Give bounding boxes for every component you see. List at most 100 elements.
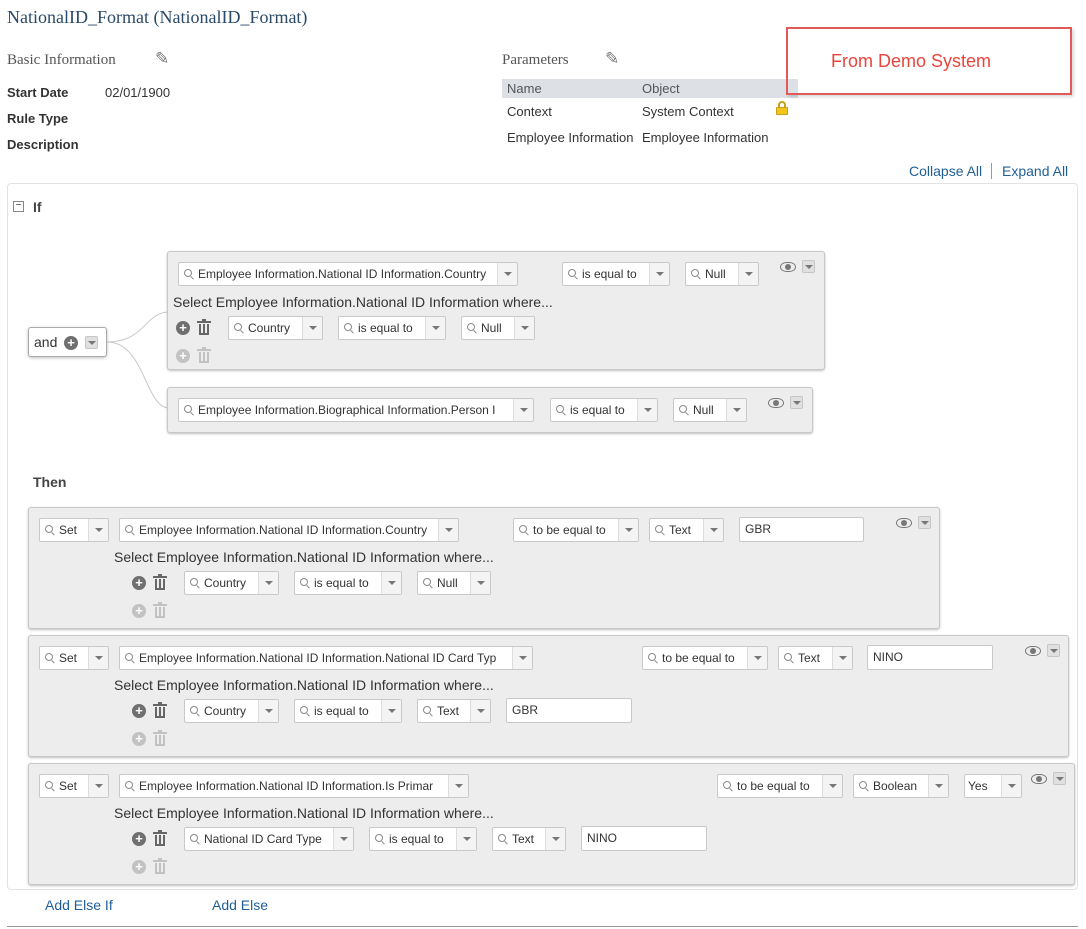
operator-selector[interactable]: is equal to: [338, 316, 446, 340]
operator-selector[interactable]: to be equal to: [642, 646, 768, 670]
add-else-link[interactable]: Add Else: [212, 897, 268, 913]
field-selector[interactable]: Employee Information.National ID Informa…: [119, 518, 459, 542]
add-icon[interactable]: +: [132, 576, 146, 590]
chevron-down-icon[interactable]: [822, 775, 842, 797]
operator-selector[interactable]: to be equal to: [513, 518, 639, 542]
trash-icon[interactable]: [153, 730, 167, 746]
chevron-down-icon[interactable]: [918, 516, 931, 529]
add-icon[interactable]: +: [132, 732, 146, 746]
type-selector[interactable]: Null: [417, 571, 491, 595]
chevron-down-icon[interactable]: [1053, 772, 1066, 785]
chevron-down-icon[interactable]: [88, 647, 108, 669]
operator-selector[interactable]: is equal to: [550, 398, 658, 422]
chevron-down-icon[interactable]: [88, 775, 108, 797]
chevron-down-icon[interactable]: [738, 263, 758, 285]
field-selector[interactable]: National ID Card Type: [184, 827, 354, 851]
field-selector[interactable]: Employee Information.National ID Informa…: [119, 774, 469, 798]
value-input[interactable]: NINO: [867, 645, 993, 670]
pencil-icon[interactable]: ✎: [605, 49, 619, 69]
trash-icon[interactable]: [197, 319, 211, 335]
trash-icon[interactable]: [153, 702, 167, 718]
add-else-if-link[interactable]: Add Else If: [45, 897, 113, 913]
chevron-down-icon[interactable]: [747, 647, 767, 669]
value-input[interactable]: GBR: [739, 517, 864, 542]
collapse-all-link[interactable]: Collapse All: [909, 163, 982, 179]
chevron-down-icon[interactable]: [333, 828, 353, 850]
chevron-down-icon[interactable]: [1047, 644, 1060, 657]
chevron-down-icon[interactable]: [832, 647, 852, 669]
chevron-down-icon[interactable]: [438, 519, 458, 541]
type-selector[interactable]: Text: [649, 518, 724, 542]
chevron-down-icon[interactable]: [726, 399, 746, 421]
chevron-down-icon[interactable]: [703, 519, 723, 541]
chevron-down-icon[interactable]: [802, 260, 815, 273]
chevron-down-icon[interactable]: [456, 828, 476, 850]
eye-icon[interactable]: [768, 398, 784, 408]
chevron-down-icon[interactable]: [302, 317, 322, 339]
eye-icon[interactable]: [1025, 646, 1041, 656]
chevron-down-icon[interactable]: [637, 399, 657, 421]
verb-selector[interactable]: Set: [39, 774, 109, 798]
trash-icon[interactable]: [153, 602, 167, 618]
type-selector[interactable]: Text: [778, 646, 853, 670]
chevron-down-icon[interactable]: [425, 317, 445, 339]
trash-icon[interactable]: [153, 858, 167, 874]
and-operator-button[interactable]: and +: [28, 327, 107, 357]
chevron-down-icon[interactable]: [618, 519, 638, 541]
chevron-down-icon[interactable]: [649, 263, 669, 285]
operator-selector[interactable]: to be equal to: [717, 774, 843, 798]
collapse-icon[interactable]: −: [13, 201, 24, 212]
chevron-down-icon[interactable]: [448, 775, 468, 797]
field-selector[interactable]: Employee Information.Biographical Inform…: [178, 398, 534, 422]
chevron-down-icon[interactable]: [258, 572, 278, 594]
value-selector[interactable]: Null: [673, 398, 747, 422]
operator-selector[interactable]: is equal to: [369, 827, 477, 851]
value-selector[interactable]: Null: [461, 316, 535, 340]
add-icon[interactable]: +: [64, 336, 78, 350]
field-selector[interactable]: Country: [228, 316, 323, 340]
trash-icon[interactable]: [153, 830, 167, 846]
chevron-down-icon[interactable]: [85, 336, 98, 349]
chevron-down-icon[interactable]: [470, 572, 490, 594]
field-selector[interactable]: Country: [184, 571, 279, 595]
chevron-down-icon[interactable]: [512, 647, 532, 669]
add-icon[interactable]: +: [132, 832, 146, 846]
chevron-down-icon[interactable]: [381, 572, 401, 594]
chevron-down-icon[interactable]: [497, 263, 517, 285]
expand-all-link[interactable]: Expand All: [1002, 163, 1068, 179]
operator-selector[interactable]: is equal to: [294, 571, 402, 595]
value-selector[interactable]: Null: [685, 262, 759, 286]
value-input[interactable]: NINO: [581, 826, 707, 851]
pencil-icon[interactable]: ✎: [155, 49, 169, 69]
field-selector[interactable]: Employee Information.National ID Informa…: [119, 646, 533, 670]
chevron-down-icon[interactable]: [513, 399, 533, 421]
type-selector[interactable]: Text: [492, 827, 566, 851]
verb-selector[interactable]: Set: [39, 646, 109, 670]
eye-icon[interactable]: [1031, 774, 1047, 784]
chevron-down-icon[interactable]: [928, 775, 948, 797]
chevron-down-icon[interactable]: [545, 828, 565, 850]
chevron-down-icon[interactable]: [88, 519, 108, 541]
eye-icon[interactable]: [896, 518, 912, 528]
chevron-down-icon[interactable]: [381, 700, 401, 722]
chevron-down-icon[interactable]: [258, 700, 278, 722]
trash-icon[interactable]: [153, 574, 167, 590]
chevron-down-icon[interactable]: [514, 317, 534, 339]
value-selector[interactable]: Yes: [964, 774, 1022, 798]
operator-selector[interactable]: is equal to: [294, 699, 402, 723]
add-icon[interactable]: +: [132, 704, 146, 718]
trash-icon[interactable]: [197, 347, 211, 363]
verb-selector[interactable]: Set: [39, 518, 109, 542]
add-icon[interactable]: +: [176, 349, 190, 363]
type-selector[interactable]: Boolean: [853, 774, 949, 798]
chevron-down-icon[interactable]: [1001, 775, 1021, 797]
add-icon[interactable]: +: [132, 860, 146, 874]
operator-selector[interactable]: is equal to: [562, 262, 670, 286]
add-icon[interactable]: +: [132, 604, 146, 618]
chevron-down-icon[interactable]: [470, 700, 490, 722]
chevron-down-icon[interactable]: [790, 396, 803, 409]
type-selector[interactable]: Text: [417, 699, 491, 723]
field-selector[interactable]: Employee Information.National ID Informa…: [178, 262, 518, 286]
eye-icon[interactable]: [780, 262, 796, 272]
value-input[interactable]: GBR: [506, 698, 632, 723]
